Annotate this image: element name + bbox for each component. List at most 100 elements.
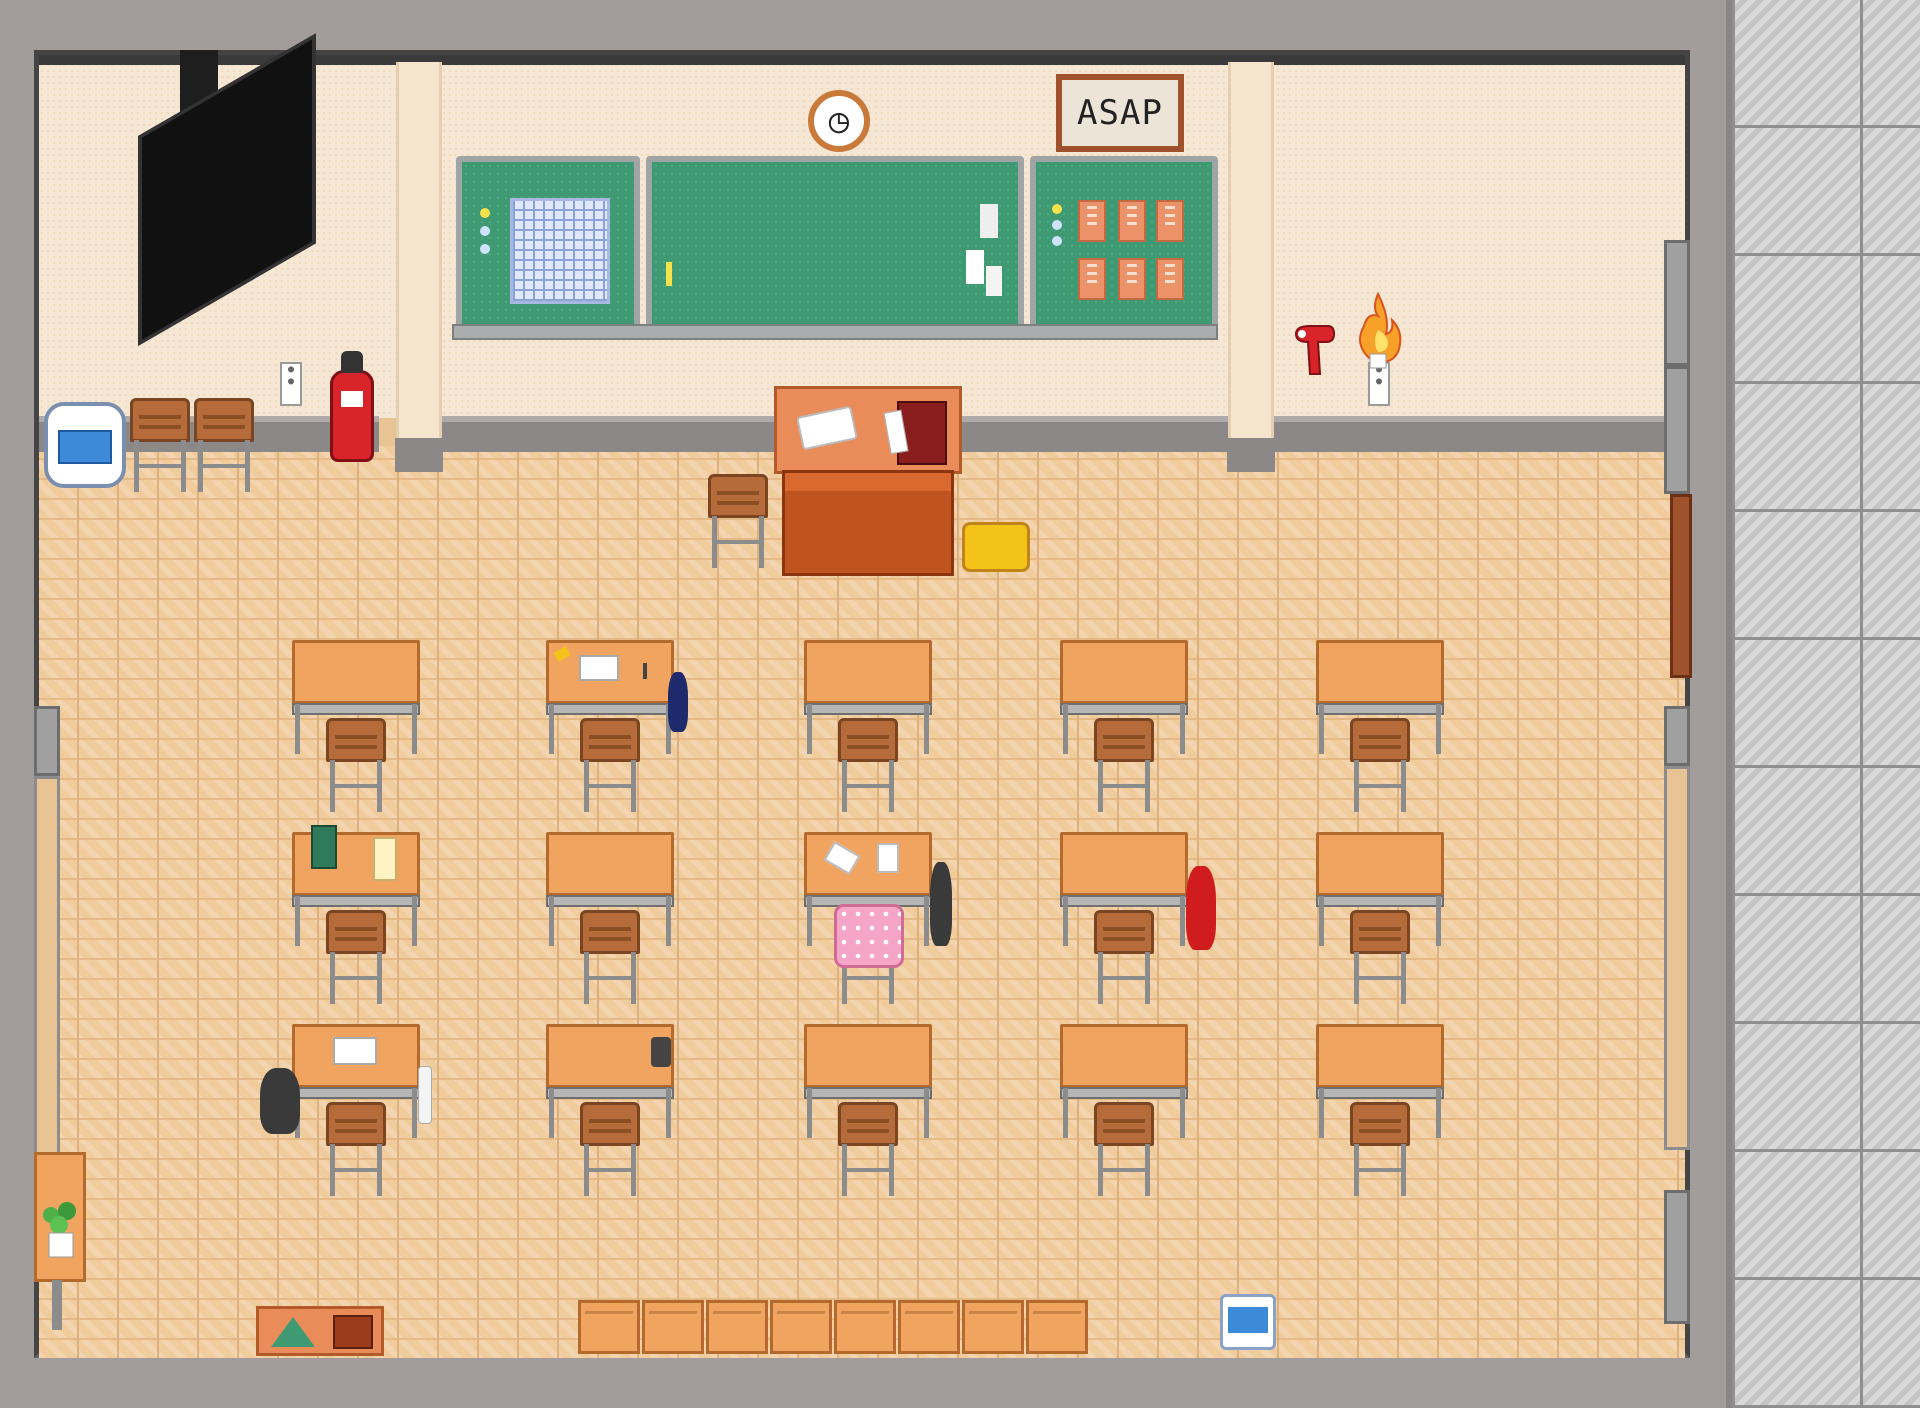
locker[interactable] [578, 1300, 640, 1354]
fire-extinguisher-icon[interactable] [330, 351, 374, 462]
pencil-icon [553, 646, 571, 662]
open-book-icon[interactable] [333, 1037, 377, 1065]
bulletin-board-left[interactable] [456, 156, 640, 340]
flame-icon[interactable] [1350, 290, 1406, 370]
potted-plant-icon[interactable] [39, 1199, 83, 1261]
notice-paper[interactable] [1118, 200, 1146, 242]
student-desk[interactable] [292, 640, 420, 715]
notebook-icon[interactable] [373, 837, 397, 881]
umbrella-icon[interactable] [418, 1066, 432, 1124]
student-chair[interactable] [1094, 910, 1154, 1006]
student-chair[interactable] [580, 910, 640, 1006]
right-door-lower[interactable] [1664, 366, 1690, 494]
student-desk[interactable] [546, 1024, 674, 1099]
notice-paper[interactable] [1118, 258, 1146, 300]
right-door-upper[interactable] [1664, 240, 1690, 366]
box-icon[interactable] [333, 1315, 373, 1349]
pin-icon [1052, 236, 1062, 246]
student-chair[interactable] [326, 718, 386, 814]
locker[interactable] [770, 1300, 832, 1354]
notice-paper[interactable] [1156, 258, 1184, 300]
student-desk[interactable] [1060, 832, 1188, 907]
asap-sign[interactable]: ASAP [1056, 74, 1184, 152]
locker[interactable] [962, 1300, 1024, 1354]
green-book-icon[interactable] [311, 825, 337, 869]
student-desk[interactable] [1060, 640, 1188, 715]
student-chair[interactable] [1094, 718, 1154, 814]
student-chair[interactable] [580, 1102, 640, 1198]
student-chair[interactable] [838, 718, 898, 814]
right-window [1664, 766, 1690, 1150]
student-chair[interactable] [580, 718, 640, 814]
locker[interactable] [642, 1300, 704, 1354]
student-desk[interactable] [804, 1024, 932, 1099]
paper-icon [877, 843, 899, 873]
open-book-icon[interactable] [579, 655, 619, 681]
left-window [34, 776, 60, 1156]
student-desk[interactable] [804, 832, 932, 907]
timetable-poster[interactable] [510, 198, 610, 304]
student-desk[interactable] [804, 640, 932, 715]
teacher-desk-body [782, 470, 954, 576]
phone-icon[interactable] [651, 1037, 671, 1067]
student-chair[interactable] [326, 910, 386, 1006]
student-desk[interactable] [292, 825, 420, 907]
baseboard [430, 416, 1685, 452]
locker[interactable] [898, 1300, 960, 1354]
wall-pillar-right [1227, 62, 1275, 472]
chair[interactable] [194, 398, 254, 494]
wall-clock-icon[interactable]: ◷ [808, 90, 870, 152]
triangle-ruler-icon[interactable] [271, 1317, 315, 1347]
chalkboard[interactable] [646, 156, 1024, 340]
pin-icon [1052, 204, 1062, 214]
supply-cabinet[interactable] [256, 1306, 384, 1356]
student-chair[interactable] [1350, 910, 1410, 1006]
teacher-chair[interactable] [708, 474, 768, 570]
backpack-icon[interactable] [1186, 866, 1216, 950]
notice-paper[interactable] [1078, 200, 1106, 242]
water-cooler-icon[interactable] [44, 402, 126, 488]
storage-box-icon[interactable] [1220, 1294, 1276, 1350]
student-desk[interactable] [1316, 1024, 1444, 1099]
plant-shelf[interactable] [34, 1152, 86, 1282]
student-chair[interactable] [1350, 1102, 1410, 1198]
pin-icon [480, 226, 490, 236]
student-desk[interactable] [1316, 640, 1444, 715]
student-desk[interactable] [1060, 1024, 1188, 1099]
backpack-icon[interactable] [930, 862, 952, 946]
open-book-icon[interactable] [796, 405, 858, 451]
right-back-door[interactable] [1664, 1190, 1690, 1324]
student-desk[interactable] [1316, 832, 1444, 907]
student-chair[interactable] [326, 1102, 386, 1198]
backpack-icon[interactable] [260, 1068, 300, 1134]
seat-cushion-icon[interactable] [834, 904, 904, 968]
student-chair[interactable] [1094, 1102, 1154, 1198]
pencil-case-icon[interactable] [962, 522, 1030, 572]
student-chair[interactable] [1350, 718, 1410, 814]
locker[interactable] [1026, 1300, 1088, 1354]
note-paper [980, 204, 998, 238]
student-desk[interactable] [546, 640, 674, 715]
teacher-desk[interactable] [774, 386, 962, 474]
pin-icon [1052, 220, 1062, 230]
power-outlet-icon: ● ● [280, 362, 302, 406]
locker[interactable] [834, 1300, 896, 1354]
notice-paper[interactable] [1078, 258, 1106, 300]
hallway-floor [1726, 0, 1920, 1408]
student-desk[interactable] [292, 1024, 420, 1099]
chalk-icon [666, 262, 672, 286]
student-desk[interactable] [546, 832, 674, 907]
locker[interactable] [706, 1300, 768, 1354]
notice-paper[interactable] [1156, 200, 1184, 242]
right-wood-door[interactable] [1670, 494, 1692, 678]
note-paper [986, 266, 1002, 296]
bulletin-board-right[interactable] [1030, 156, 1218, 340]
backpack-icon[interactable] [668, 672, 688, 732]
board-rail [452, 324, 1218, 340]
student-chair[interactable] [838, 1102, 898, 1198]
note-paper [966, 250, 984, 284]
left-door-frame-top [34, 706, 60, 776]
hairdryer-icon[interactable] [1292, 324, 1336, 378]
chair[interactable] [130, 398, 190, 494]
pin-icon [480, 244, 490, 254]
